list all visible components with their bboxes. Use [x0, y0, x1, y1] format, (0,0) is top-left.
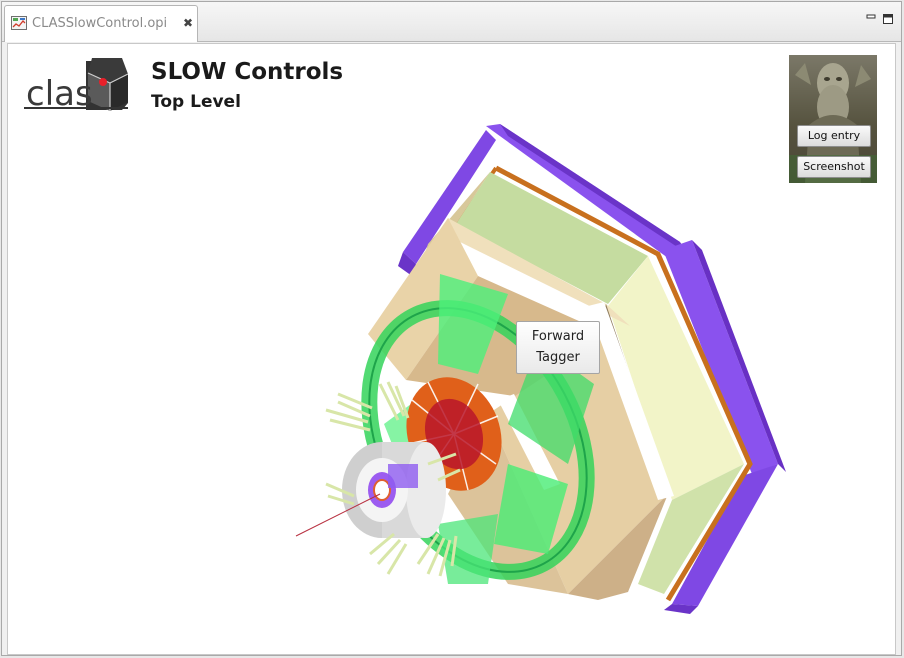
close-icon[interactable]: ✖ [183, 16, 193, 30]
opi-display: clas SLOW Controls Top Level Log entry S… [7, 43, 896, 655]
tab-class-slow-control[interactable]: CLASSlowControl.opi ✖ [4, 5, 198, 42]
tab-bar: CLASSlowControl.opi ✖ [2, 2, 901, 42]
forward-tagger-button[interactable]: Forward Tagger [516, 321, 600, 374]
clas12-detector-image[interactable] [8, 44, 896, 655]
editor-window: CLASSlowControl.opi ✖ clas SLOW Controls… [1, 1, 902, 656]
maximize-icon[interactable] [883, 14, 893, 24]
forward-tagger-label-line1: Forward [531, 329, 585, 344]
opi-file-icon [11, 16, 27, 30]
forward-tagger-label-line2: Tagger [536, 350, 580, 365]
minimize-icon[interactable] [866, 14, 876, 24]
tab-label: CLASSlowControl.opi [32, 16, 168, 31]
